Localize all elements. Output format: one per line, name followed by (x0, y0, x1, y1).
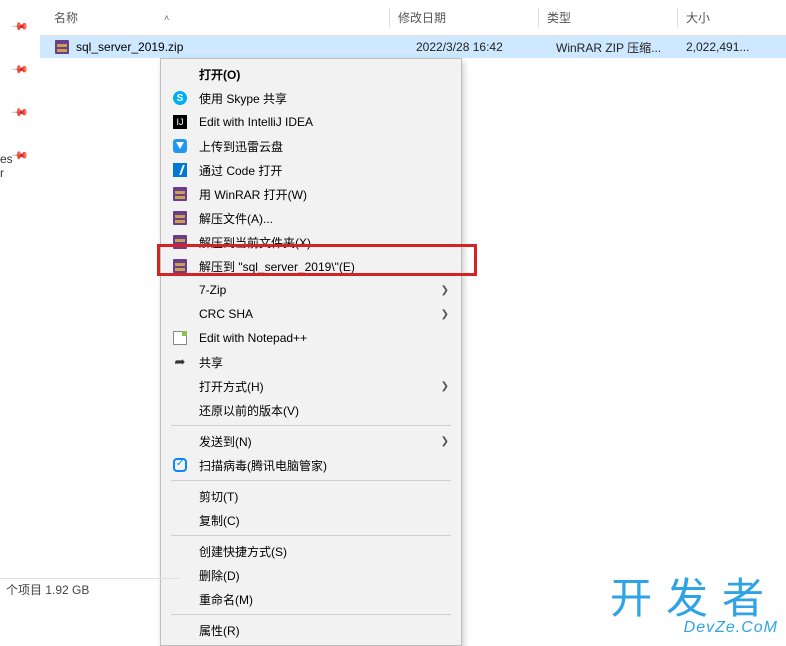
chevron-right-icon: ❯ (441, 436, 449, 447)
menu-open-with-code[interactable]: 通过 Code 打开 (163, 158, 459, 182)
menu-share[interactable]: ➦ 共享 (163, 350, 459, 374)
menu-open[interactable]: 打开(O) (163, 62, 459, 86)
menu-rename[interactable]: 重命名(M) (163, 587, 459, 611)
file-modified: 2022/3/28 16:42 (416, 40, 556, 54)
menu-notepad-edit[interactable]: Edit with Notepad++ (163, 326, 459, 350)
file-row-selected[interactable]: sql_server_2019.zip 2022/3/28 16:42 WinR… (40, 36, 786, 58)
chevron-right-icon: ❯ (441, 381, 449, 392)
menu-extract-files[interactable]: 解压文件(A)... (163, 206, 459, 230)
column-size[interactable]: 大小 (686, 9, 786, 26)
column-name[interactable]: 名称 ˄ (54, 9, 389, 26)
intellij-icon: IJ (171, 113, 189, 131)
sidebar-text-fragment: es r (0, 152, 13, 180)
winrar-icon (171, 257, 189, 275)
column-modified[interactable]: 修改日期 (398, 9, 538, 26)
file-type: WinRAR ZIP 压缩... (556, 39, 686, 56)
watermark: 开发者 DevZe.CoM (610, 578, 778, 636)
column-name-label: 名称 (54, 9, 78, 26)
menu-winrar-open[interactable]: 用 WinRAR 打开(W) (163, 182, 459, 206)
menu-cut[interactable]: 剪切(T) (163, 484, 459, 508)
menu-send-to[interactable]: 发送到(N) ❯ (163, 429, 459, 453)
menu-properties[interactable]: 属性(R) (163, 618, 459, 642)
menu-separator (171, 480, 451, 481)
winrar-archive-icon (54, 39, 70, 55)
pin-icon: 📌 (11, 17, 30, 36)
menu-skype-share[interactable]: S 使用 Skype 共享 (163, 86, 459, 110)
menu-separator (171, 535, 451, 536)
context-menu: 打开(O) S 使用 Skype 共享 IJ Edit with Intelli… (160, 58, 462, 646)
tencent-shield-icon (171, 456, 189, 474)
pin-icon: 📌 (11, 146, 30, 165)
menu-crc-sha[interactable]: CRC SHA ❯ (163, 302, 459, 326)
menu-scan-virus[interactable]: 扫描病毒(腾讯电脑管家) (163, 453, 459, 477)
vscode-icon (171, 161, 189, 179)
winrar-icon (171, 209, 189, 227)
chevron-right-icon: ❯ (441, 309, 449, 320)
menu-intellij-edit[interactable]: IJ Edit with IntelliJ IDEA (163, 110, 459, 134)
xunlei-icon (171, 137, 189, 155)
status-bar: 个项目 1.92 GB (0, 578, 180, 600)
column-header-row: 名称 ˄ 修改日期 类型 大小 (40, 0, 786, 36)
sort-indicator-icon: ˄ (164, 13, 169, 23)
chevron-right-icon: ❯ (441, 285, 449, 296)
column-type[interactable]: 类型 (547, 9, 677, 26)
menu-delete[interactable]: 删除(D) (163, 563, 459, 587)
watermark-english: DevZe.CoM (610, 620, 778, 636)
menu-copy[interactable]: 复制(C) (163, 508, 459, 532)
winrar-icon (171, 185, 189, 203)
menu-separator (171, 425, 451, 426)
winrar-icon (171, 233, 189, 251)
menu-7zip[interactable]: 7-Zip ❯ (163, 278, 459, 302)
menu-extract-to-folder[interactable]: 解压到 "sql_server_2019\"(E) (163, 254, 459, 278)
menu-restore-versions[interactable]: 还原以前的版本(V) (163, 398, 459, 422)
pin-icon: 📌 (11, 103, 30, 122)
file-size: 2,022,491... (686, 40, 786, 54)
menu-xunlei-upload[interactable]: 上传到迅雷云盘 (163, 134, 459, 158)
share-icon: ➦ (171, 353, 189, 371)
file-name: sql_server_2019.zip (76, 40, 416, 54)
pin-icon: 📌 (11, 60, 30, 79)
menu-separator (171, 614, 451, 615)
watermark-chinese: 开发者 (610, 578, 778, 620)
quick-access-pins: 📌 📌 📌 📌 (0, 20, 40, 162)
status-text: 个项目 1.92 GB (6, 581, 89, 598)
menu-extract-here[interactable]: 解压到当前文件夹(X) (163, 230, 459, 254)
menu-create-shortcut[interactable]: 创建快捷方式(S) (163, 539, 459, 563)
menu-open-with[interactable]: 打开方式(H) ❯ (163, 374, 459, 398)
notepadpp-icon (171, 329, 189, 347)
skype-icon: S (171, 89, 189, 107)
